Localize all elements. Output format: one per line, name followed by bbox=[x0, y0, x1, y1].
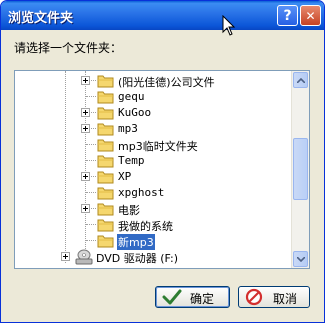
vertical-scrollbar[interactable] bbox=[291, 71, 309, 268]
folder-icon bbox=[97, 73, 115, 89]
tree-connector bbox=[86, 224, 96, 225]
tree-item-label: Temp bbox=[118, 154, 145, 167]
folder-icon bbox=[97, 89, 115, 105]
tree-connector bbox=[86, 144, 96, 145]
tree-connector bbox=[86, 96, 96, 97]
folder-icon bbox=[97, 169, 115, 185]
chevron-down-icon bbox=[296, 256, 305, 262]
expand-icon[interactable] bbox=[81, 108, 90, 117]
checkmark-icon bbox=[162, 289, 182, 305]
expand-icon[interactable] bbox=[61, 252, 70, 261]
cancel-button-label: 取消 bbox=[273, 292, 298, 306]
folder-icon bbox=[97, 217, 115, 233]
tree-item-label: XP bbox=[118, 170, 132, 183]
folder-icon bbox=[97, 201, 115, 217]
help-button[interactable]: ? bbox=[277, 5, 298, 26]
tree-connector bbox=[86, 160, 96, 161]
tree-item-label: DVD 驱动器 (F:) bbox=[96, 252, 179, 265]
folder-icon bbox=[97, 185, 115, 201]
expand-icon[interactable] bbox=[81, 172, 90, 181]
folder-icon bbox=[97, 137, 115, 153]
chevron-up-icon bbox=[296, 77, 305, 83]
scroll-down-button[interactable] bbox=[293, 251, 308, 267]
folder-icon bbox=[97, 153, 115, 169]
close-icon: ✕ bbox=[305, 8, 316, 23]
tree-item-label: gequ bbox=[118, 90, 145, 103]
scroll-up-button[interactable] bbox=[293, 72, 308, 88]
ok-button-label: 确定 bbox=[190, 292, 215, 306]
folder-tree[interactable]: (阳光佳德)公司文件 gequ KuGoo mp3 mp3临时文件夹 Temp XP xpgh… bbox=[14, 70, 310, 269]
tree-connector bbox=[86, 192, 96, 193]
expand-icon[interactable] bbox=[81, 124, 90, 133]
scroll-thumb[interactable] bbox=[293, 138, 308, 200]
cancel-button[interactable]: 取消 bbox=[238, 286, 310, 308]
cancel-icon bbox=[245, 288, 263, 306]
tree-connector bbox=[86, 240, 96, 241]
window-title: 浏览文件夹 bbox=[8, 11, 74, 26]
help-icon: ? bbox=[283, 7, 292, 24]
folder-icon bbox=[97, 121, 115, 137]
tree-item-label: xpghost bbox=[118, 186, 165, 199]
tree-item-drive[interactable]: DVD 驱动器 (F:) bbox=[15, 248, 295, 266]
dvd-drive-icon bbox=[75, 249, 93, 265]
title-bar[interactable]: 浏览文件夹 ? ✕ bbox=[1, 1, 324, 30]
mouse-cursor-icon bbox=[222, 15, 236, 36]
folder-icon bbox=[97, 233, 115, 249]
close-button[interactable]: ✕ bbox=[300, 5, 321, 26]
expand-icon[interactable] bbox=[81, 76, 90, 85]
browse-folder-dialog: 浏览文件夹 ? ✕ 请选择一个文件夹： (阳光佳德)公司文件 gequ KuGoo m… bbox=[0, 0, 325, 323]
folder-icon bbox=[97, 105, 115, 121]
tree-item-label: mp3 bbox=[118, 122, 138, 135]
prompt-label: 请选择一个文件夹： bbox=[14, 41, 123, 55]
expand-icon[interactable] bbox=[81, 204, 90, 213]
ok-button[interactable]: 确定 bbox=[155, 286, 230, 308]
tree-item-label: KuGoo bbox=[118, 106, 152, 119]
